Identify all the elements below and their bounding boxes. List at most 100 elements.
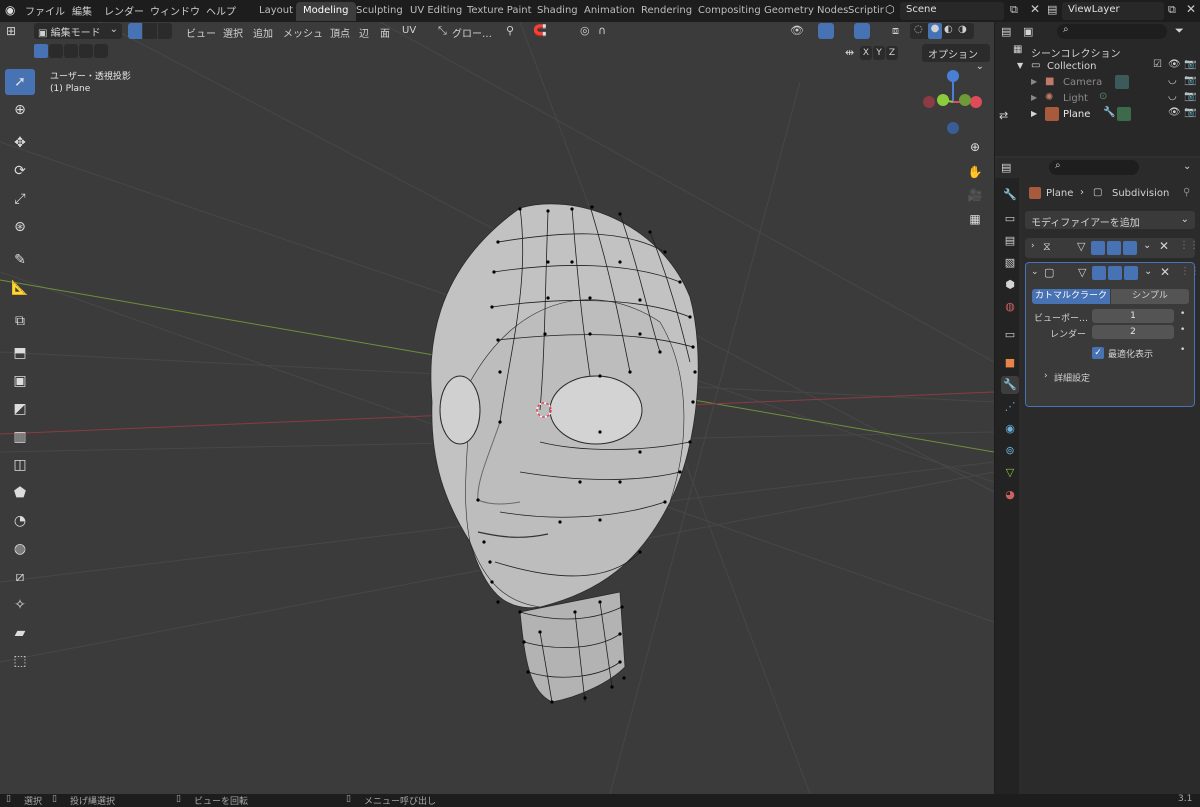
proportional-edit-icon[interactable]: ◎ (580, 24, 590, 37)
add-modifier-button[interactable]: モディファイアーを追加 ⌄ (1025, 211, 1195, 229)
world-tab-icon[interactable]: ◍ (1001, 298, 1019, 316)
vertex-select-button[interactable] (128, 23, 142, 39)
scene-icon[interactable]: ⬡ (885, 3, 895, 16)
poly-build-tool[interactable]: ⬟ (5, 480, 35, 506)
knife-tool[interactable]: ◫ (5, 452, 35, 478)
tab-texture-paint[interactable]: Texture Paint (460, 2, 539, 21)
camera-render-icon[interactable]: 📷 (1184, 75, 1196, 86)
shear-tool[interactable]: ▰ (5, 620, 35, 646)
menu-help[interactable]: ヘルプ (206, 3, 236, 18)
select-extend-button[interactable] (49, 44, 63, 58)
spin-tool[interactable]: ◔ (5, 508, 35, 534)
close-icon[interactable]: ✕ (1159, 239, 1169, 253)
filter-icon[interactable]: ⏷ (1175, 24, 1184, 38)
view-layer-selector[interactable]: ViewLayer (1062, 2, 1164, 20)
bevel-tool[interactable]: ◩ (5, 396, 35, 422)
material-tab-icon[interactable]: ◕ (1001, 486, 1019, 504)
gizmo-toggle-button[interactable] (818, 23, 834, 39)
checkbox-icon[interactable]: ☑ (1153, 59, 1162, 70)
menu-edit[interactable]: 編集 (72, 3, 92, 18)
keyframe-dot-icon[interactable]: • (1180, 309, 1185, 319)
snap-icon[interactable]: 🧲 (533, 24, 547, 37)
chevron-down-icon[interactable]: ⌄ (1143, 240, 1151, 251)
select-intersect-button[interactable] (94, 44, 108, 58)
menu-add[interactable]: 追加 (253, 25, 273, 40)
loop-cut-tool[interactable]: ▥ (5, 424, 35, 450)
particles-tab-icon[interactable]: ⋰ (1001, 398, 1019, 416)
render-toggle-button[interactable] (1124, 266, 1138, 280)
menu-select[interactable]: 選択 (223, 25, 243, 40)
overlay-toggle-button[interactable] (854, 23, 870, 39)
data-tab-icon[interactable]: ▽ (1001, 464, 1019, 482)
select-new-button[interactable] (34, 44, 48, 58)
expand-arrow-icon[interactable]: ▶ (1031, 109, 1037, 118)
outliner-row-plane[interactable]: ▶ Plane 🔧 👁 📷 (995, 107, 1200, 123)
smooth-tool[interactable]: ◍ (5, 536, 35, 562)
expand-arrow-icon[interactable]: ▶ (1031, 77, 1037, 86)
transform-orientation[interactable]: グロー… (452, 25, 492, 40)
eye-icon[interactable]: 👁 (1168, 59, 1181, 70)
tab-layout[interactable]: Layout (252, 2, 300, 21)
modifier-tab-icon[interactable]: 🔧 (1001, 376, 1019, 394)
view-layer-tab-icon[interactable]: ▧ (1001, 254, 1019, 272)
mirror-z-toggle[interactable]: Z (886, 46, 898, 60)
menu-render[interactable]: レンダー (104, 3, 144, 18)
expand-arrow-icon[interactable]: › (1044, 371, 1048, 381)
mirror-x-toggle[interactable]: X (860, 46, 872, 60)
catmull-clark-button[interactable]: カトマルクラーク (1032, 289, 1110, 304)
3d-viewport[interactable]: ⊞ ▣ 編集モード ⌄ ビュー 選択 追加 メッシュ 頂点 辺 面 UV ⤡ グ… (0, 22, 994, 794)
edge-select-button[interactable] (143, 23, 157, 39)
annotate-tool[interactable]: ✎ (5, 247, 35, 273)
menu-vertex[interactable]: 頂点 (330, 25, 350, 40)
pivot-icon[interactable]: ⚲ (506, 24, 514, 37)
outliner-row-collection[interactable]: ▼ ▭ Collection ☑ 👁 📷 (995, 59, 1200, 75)
wireframe-shading-icon[interactable]: ◌ (914, 24, 923, 35)
face-select-button[interactable] (158, 23, 172, 39)
rendered-shading-icon[interactable]: ◑ (958, 24, 967, 35)
tab-scripting[interactable]: Scriptir (841, 2, 891, 21)
properties-editor-icon[interactable]: ▤ (1001, 161, 1011, 174)
tab-modeling[interactable]: Modeling (296, 2, 356, 21)
keyframe-dot-icon[interactable]: • (1180, 325, 1185, 335)
visibility-icon[interactable]: 👁 (790, 24, 804, 37)
menu-edge[interactable]: 辺 (359, 25, 369, 40)
inset-tool[interactable]: ▣ (5, 368, 35, 394)
render-toggle-button[interactable] (1123, 241, 1137, 255)
measure-tool[interactable]: 📐 (5, 275, 35, 301)
options-dropdown[interactable]: オプション ⌄ (922, 44, 990, 72)
expand-arrow-icon[interactable]: ▶ (1031, 93, 1037, 102)
pin-icon[interactable]: ⚲ (1183, 187, 1190, 198)
viewport-toggle-button[interactable] (1107, 241, 1121, 255)
tab-sculpting[interactable]: Sculpting (349, 2, 410, 21)
perspective-grid-icon[interactable]: ▦ (965, 209, 985, 229)
add-cube-tool[interactable]: ⧉ (5, 308, 35, 334)
editor-type-icon[interactable]: ⊞ (6, 24, 16, 38)
eye-closed-icon[interactable]: ◡ (1168, 75, 1177, 86)
expand-arrow-icon[interactable]: ▼ (1017, 61, 1023, 70)
display-mode-icon[interactable]: ▣ (1023, 25, 1033, 38)
solid-shading-icon[interactable]: ● (928, 23, 942, 39)
drag-handle-icon[interactable]: ⋮⋮ (1180, 266, 1200, 277)
outliner-row-camera[interactable]: ▶ ■ Camera ◡ 📷 (995, 75, 1200, 91)
physics-tab-icon[interactable]: ◉ (1001, 420, 1019, 438)
outliner-editor-icon[interactable]: ▤ (1001, 25, 1011, 38)
mode-selector[interactable]: ▣ 編集モード ⌄ (34, 23, 122, 39)
hand-pan-icon[interactable]: ✋ (965, 162, 985, 182)
delete-scene-icon[interactable]: ✕ (1030, 2, 1040, 16)
new-view-layer-icon[interactable]: ⧉ (1168, 3, 1176, 17)
viewport-toggle-button[interactable] (1108, 266, 1122, 280)
output-tab-icon[interactable]: ▤ (1001, 232, 1019, 250)
collection-tab-icon[interactable]: ▭ (1001, 326, 1019, 344)
chevron-down-icon[interactable]: ⌄ (1183, 161, 1191, 172)
keyframe-dot-icon[interactable]: • (1180, 345, 1185, 355)
menu-uv[interactable]: UV (402, 25, 416, 36)
menu-mesh[interactable]: メッシュ (283, 25, 323, 40)
outliner-filter-toggle-icon[interactable]: ⇄ (999, 109, 1008, 122)
edit-mode-toggle-icon[interactable]: ▽ (1078, 266, 1086, 279)
edit-mode-toggle-icon[interactable]: ▽ (1077, 240, 1085, 253)
chevron-down-icon[interactable]: ⌄ (1144, 266, 1152, 277)
render-tab-icon[interactable]: ▭ (1001, 210, 1019, 228)
cage-toggle-button[interactable] (1091, 241, 1105, 255)
view-layer-icon[interactable]: ▤ (1047, 3, 1057, 16)
camera-render-icon[interactable]: 📷 (1184, 91, 1196, 102)
